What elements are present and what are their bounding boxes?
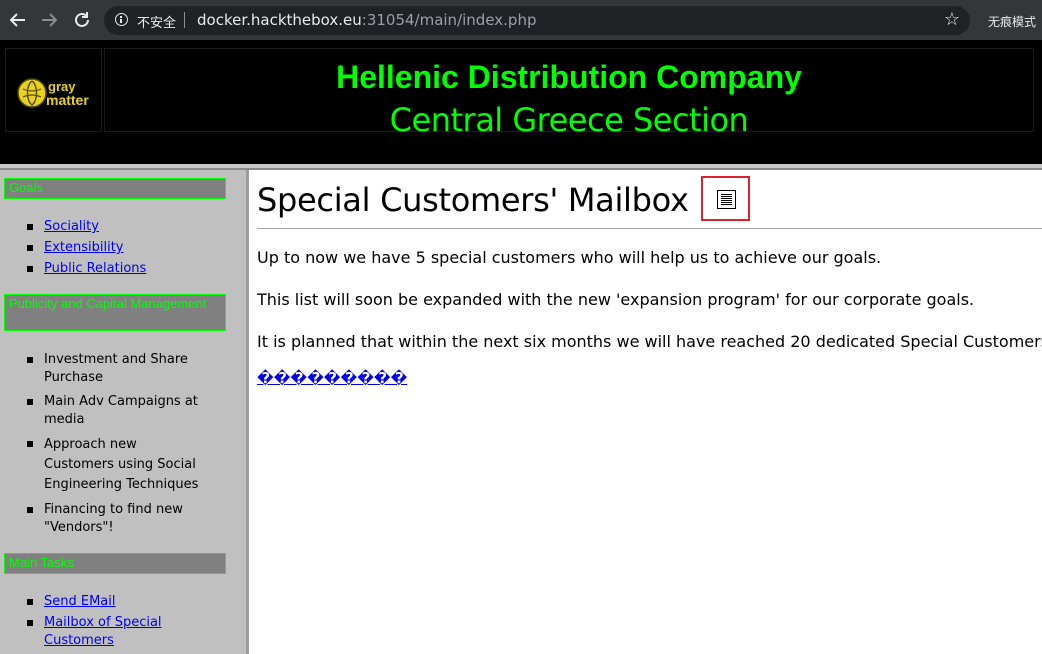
main-tasks-list: Send EMail Mailbox of Special Customers [0, 593, 200, 650]
link-sociality[interactable]: Sociality [44, 219, 99, 234]
url-path: :31054/main/index.php [361, 11, 537, 29]
link-mailbox-special-customers[interactable]: Mailbox of Special Customers [44, 615, 162, 648]
link-public-relations[interactable]: Public Relations [44, 261, 146, 276]
garbled-link[interactable]: ��������� [257, 369, 407, 387]
list-item: Public Relations [0, 260, 200, 278]
list-item: Financing to find new "Vendors"! [0, 501, 200, 537]
reload-icon [75, 12, 89, 27]
link-extensibility[interactable]: Extensibility [44, 240, 124, 255]
paragraph-2: This list will soon be expanded with the… [257, 290, 975, 309]
section-subtitle: Central Greece Section [389, 101, 749, 139]
goals-list: Sociality Extensibility Public Relations [0, 218, 200, 278]
list-item: Approach new Customers using Social Engi… [0, 435, 200, 495]
url-host: docker.hackthebox.eu [197, 11, 362, 29]
gray-matter-logo: gray matter [17, 77, 93, 109]
title-divider [257, 228, 1042, 229]
list-item: Mailbox of Special Customers [0, 614, 200, 650]
url-text[interactable]: docker.hackthebox.eu:31054/main/index.ph… [197, 11, 536, 29]
forward-button[interactable] [38, 8, 60, 32]
logo-text-matter: matter [46, 92, 89, 108]
reload-button[interactable] [71, 8, 93, 32]
address-bar[interactable]: 不安全 docker.hackthebox.eu:31054/main/inde… [104, 6, 970, 35]
star-icon[interactable]: ☆ [944, 9, 960, 30]
incognito-label[interactable]: 无痕模式 [988, 13, 1036, 30]
sidebar: Goals Sociality Extensibility Public Rel… [0, 170, 249, 654]
browser-toolbar: 不安全 docker.hackthebox.eu:31054/main/inde… [0, 0, 1042, 40]
highlight-box [701, 176, 750, 221]
publicity-list: Investment and Share Purchase Main Adv C… [0, 351, 200, 537]
security-indicator[interactable]: 不安全 [137, 12, 176, 31]
document-icon[interactable] [717, 190, 736, 209]
list-item: Send EMail [0, 593, 200, 611]
section-heading-main-tasks: Main Tasks [4, 553, 226, 574]
arrow-left-icon [9, 13, 25, 27]
list-item: Extensibility [0, 239, 200, 257]
arrow-right-icon [42, 13, 58, 27]
main-content: Special Customers' Mailbox Up to now we … [249, 170, 1042, 654]
list-item: Investment and Share Purchase [0, 351, 200, 387]
logo-cell: gray matter [5, 48, 102, 132]
list-item: Sociality [0, 218, 200, 236]
company-title: Hellenic Distribution Company [336, 59, 802, 95]
section-heading-publicity: Publicity and Capital Management [4, 294, 226, 331]
back-button[interactable] [7, 8, 29, 32]
omnibox-divider [184, 12, 185, 28]
section-heading-goals: Goals [4, 178, 226, 199]
paragraph-1: Up to now we have 5 special customers wh… [257, 248, 882, 267]
title-cell: Hellenic Distribution Company Central Gr… [104, 48, 1034, 139]
info-icon[interactable] [115, 13, 128, 26]
site-header: gray matter Hellenic Distribution Compan… [0, 40, 1042, 164]
link-send-email[interactable]: Send EMail [44, 594, 116, 609]
paragraph-3: It is planned that within the next six m… [257, 332, 1042, 351]
list-item: Main Adv Campaigns at media [0, 393, 200, 429]
page-title: Special Customers' Mailbox [257, 181, 689, 219]
